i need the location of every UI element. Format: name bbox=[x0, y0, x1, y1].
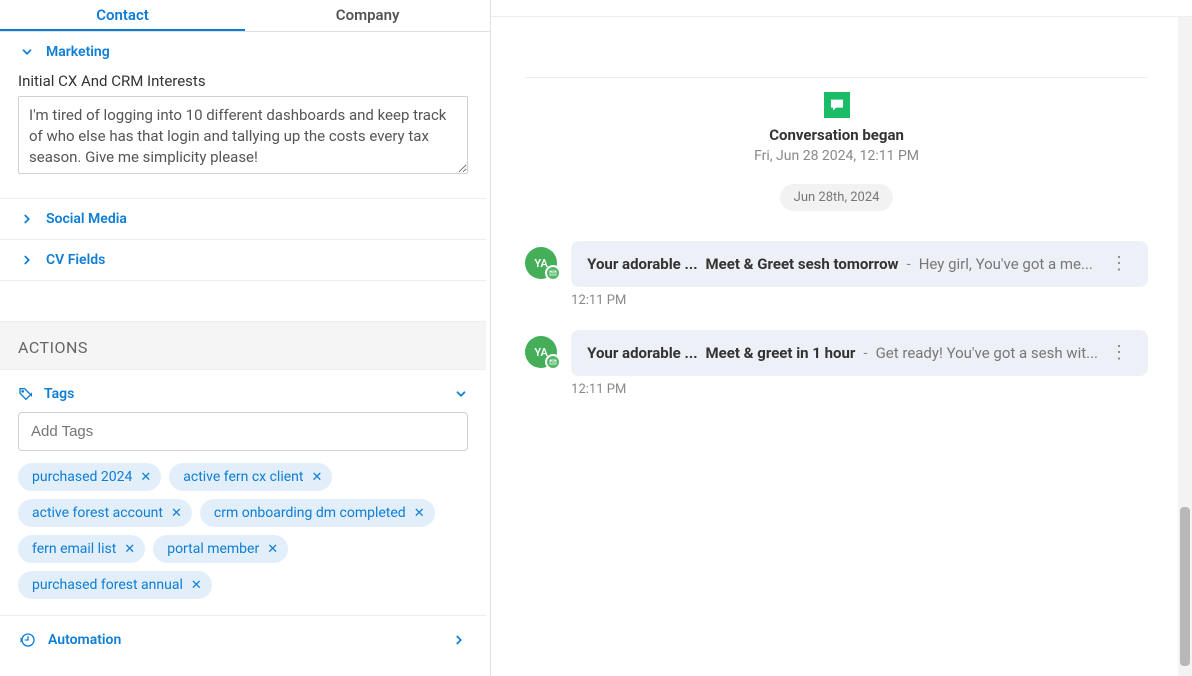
close-icon[interactable]: ✕ bbox=[171, 507, 182, 520]
close-icon[interactable]: ✕ bbox=[267, 543, 278, 556]
section-header-social[interactable]: Social Media bbox=[0, 199, 486, 239]
left-panel: Contact Company Marketing Initial CX And… bbox=[0, 0, 491, 676]
chevron-right-icon bbox=[452, 633, 466, 647]
tag-chip[interactable]: portal member ✕ bbox=[153, 535, 288, 563]
tag-chip[interactable]: active fern cx client ✕ bbox=[169, 463, 332, 491]
close-icon[interactable]: ✕ bbox=[311, 471, 322, 484]
section-automation[interactable]: Automation bbox=[0, 616, 486, 664]
tag-chip-label: purchased forest annual bbox=[32, 577, 183, 593]
message-from: Your adorable ... bbox=[587, 255, 697, 273]
message-time: 12:11 PM bbox=[571, 293, 1148, 308]
mail-badge-icon bbox=[545, 354, 561, 370]
more-icon[interactable]: ⋮ bbox=[1106, 344, 1132, 362]
conversation-begin: Conversation began Fri, Jun 28 2024, 12:… bbox=[525, 77, 1148, 164]
section-title: CV Fields bbox=[46, 252, 105, 268]
message-row: YA Your adorable ... Meet & greet in 1 hou… bbox=[525, 330, 1148, 376]
tag-chip[interactable]: fern email list ✕ bbox=[18, 535, 145, 563]
separator: - bbox=[863, 344, 867, 362]
date-divider: Jun 28th, 2024 bbox=[780, 184, 894, 211]
automation-label: Automation bbox=[48, 632, 121, 648]
tag-input[interactable] bbox=[18, 412, 468, 451]
section-tags: Tags purchased 2024✕active fern cx clien… bbox=[0, 370, 486, 616]
separator: - bbox=[907, 255, 911, 273]
chevron-down-icon bbox=[454, 387, 468, 401]
right-scroll-wrap: Conversation began Fri, Jun 28 2024, 12:… bbox=[491, 17, 1192, 676]
message-subject: Meet & Greet sesh tomorrow bbox=[706, 255, 899, 273]
tag-chip-label: active fern cx client bbox=[183, 469, 303, 485]
section-title: Social Media bbox=[46, 211, 127, 227]
tag-chip-label: fern email list bbox=[32, 541, 116, 557]
tags-header[interactable]: Tags bbox=[18, 386, 468, 402]
tag-chip[interactable]: active forest account ✕ bbox=[18, 499, 192, 527]
conversation-area: Conversation began Fri, Jun 28 2024, 12:… bbox=[491, 17, 1178, 676]
message-from: Your adorable ... bbox=[587, 344, 697, 362]
conversation-begin-title: Conversation began bbox=[525, 126, 1148, 144]
close-icon[interactable]: ✕ bbox=[191, 579, 202, 592]
interests-textarea[interactable] bbox=[18, 96, 468, 174]
right-panel: Conversation began Fri, Jun 28 2024, 12:… bbox=[491, 0, 1192, 676]
message-bubble[interactable]: Your adorable ... Meet & Greet sesh tomor… bbox=[571, 241, 1148, 287]
chevron-right-icon bbox=[20, 253, 34, 267]
avatar[interactable]: YA bbox=[525, 247, 557, 279]
tag-chip-label: crm onboarding dm completed bbox=[214, 505, 406, 521]
message-time: 12:11 PM bbox=[571, 382, 1148, 397]
section-social: Social Media bbox=[0, 199, 486, 240]
automation-icon bbox=[20, 632, 36, 648]
tag-chips: purchased 2024✕active fern cx client✕act… bbox=[18, 463, 468, 599]
section-header-marketing[interactable]: Marketing bbox=[0, 32, 486, 72]
tag-chip[interactable]: crm onboarding dm completed ✕ bbox=[200, 499, 435, 527]
message-icon bbox=[824, 92, 850, 118]
mail-badge-icon bbox=[545, 265, 561, 281]
messages-list: YA Your adorable ... Meet & Greet sesh tom… bbox=[525, 241, 1148, 397]
conversation-begin-date: Fri, Jun 28 2024, 12:11 PM bbox=[525, 148, 1148, 164]
tag-icon bbox=[18, 386, 34, 402]
tag-chip-label: portal member bbox=[167, 541, 259, 557]
interests-label: Initial CX And CRM Interests bbox=[18, 72, 468, 90]
tag-chip-label: active forest account bbox=[32, 505, 163, 521]
tab-contact[interactable]: Contact bbox=[0, 0, 245, 31]
avatar[interactable]: YA bbox=[525, 336, 557, 368]
section-header-cv[interactable]: CV Fields bbox=[0, 240, 486, 280]
chevron-right-icon bbox=[20, 212, 34, 226]
section-marketing: Marketing Initial CX And CRM Interests bbox=[0, 32, 486, 199]
close-icon[interactable]: ✕ bbox=[140, 471, 151, 484]
actions-header: ACTIONS bbox=[0, 321, 486, 370]
tag-chip-label: purchased 2024 bbox=[32, 469, 132, 485]
message-preview: Hey girl, You've got a me... bbox=[919, 255, 1098, 273]
tabs-row: Contact Company bbox=[0, 0, 490, 32]
tags-label: Tags bbox=[44, 386, 74, 402]
tag-chip[interactable]: purchased forest annual ✕ bbox=[18, 571, 212, 599]
message-subject: Meet & greet in 1 hour bbox=[706, 344, 856, 362]
right-top-bar bbox=[491, 0, 1192, 17]
message-preview: Get ready! You've got a sesh wit... bbox=[876, 344, 1098, 362]
tab-company[interactable]: Company bbox=[245, 0, 490, 31]
tag-chip[interactable]: purchased 2024 ✕ bbox=[18, 463, 161, 491]
marketing-body: Initial CX And CRM Interests bbox=[0, 72, 486, 198]
chevron-down-icon bbox=[20, 45, 34, 59]
left-scroll-area[interactable]: Marketing Initial CX And CRM Interests S… bbox=[0, 32, 490, 676]
scrollbar[interactable] bbox=[1178, 17, 1192, 676]
scrollbar-thumb[interactable] bbox=[1180, 507, 1190, 666]
section-title: Marketing bbox=[46, 44, 110, 60]
section-cv: CV Fields bbox=[0, 240, 486, 281]
close-icon[interactable]: ✕ bbox=[414, 507, 425, 520]
message-bubble[interactable]: Your adorable ... Meet & greet in 1 hour-… bbox=[571, 330, 1148, 376]
message-row: YA Your adorable ... Meet & Greet sesh tom… bbox=[525, 241, 1148, 287]
more-icon[interactable]: ⋮ bbox=[1106, 255, 1132, 273]
close-icon[interactable]: ✕ bbox=[124, 543, 135, 556]
